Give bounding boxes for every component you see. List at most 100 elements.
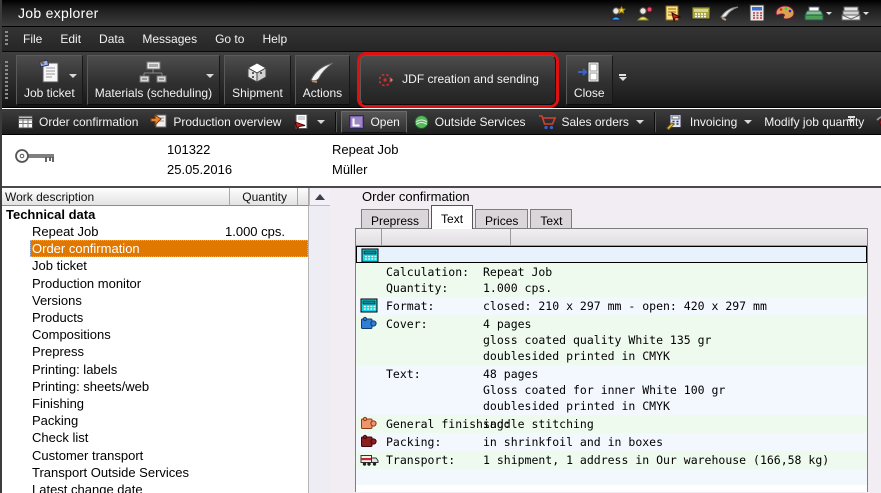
panel-splitter[interactable] <box>330 188 354 493</box>
table-row[interactable]: Format:closed: 210 x 297 mm - open: 420 … <box>356 297 867 315</box>
menu-help[interactable]: Help <box>253 28 296 50</box>
toolbar-overflow-icon[interactable] <box>619 74 627 85</box>
table-row[interactable]: General finishing:saddle stitching <box>356 415 867 433</box>
tree-item-latest-change-date[interactable]: Latest change date <box>2 481 308 493</box>
open-button[interactable]: Open <box>341 111 406 133</box>
close-button[interactable]: Close <box>566 55 613 105</box>
row-label <box>356 398 483 414</box>
outside-services-button[interactable]: Outside Services <box>407 112 532 132</box>
table-row[interactable]: Text:48 pagesGloss coated for inner Whit… <box>356 365 867 415</box>
tree-item-label: Versions <box>32 293 82 308</box>
table-row[interactable]: Calculation:Repeat JobQuantity:1.000 cps… <box>356 263 867 297</box>
table-header <box>356 229 867 246</box>
tab-text-3[interactable]: Text <box>530 209 572 229</box>
truck-icon <box>360 452 379 467</box>
production-overview-button[interactable]: Production overview <box>144 111 287 132</box>
jdf-creation-and-sending-button[interactable]: JDF creation and sending <box>360 55 556 105</box>
tree-item-order-confirmation[interactable]: Order confirmation <box>30 240 308 257</box>
column-header-empty <box>298 188 309 206</box>
tree-item-printing-labels[interactable]: Printing: labels <box>2 361 308 378</box>
button-label: Sales orders <box>562 115 629 129</box>
tree-item-job-ticket[interactable]: Job ticket <box>2 257 308 274</box>
menu-data[interactable]: Data <box>90 28 133 50</box>
notes-button[interactable] <box>663 4 682 22</box>
tree-item-label: Order confirmation <box>32 241 140 256</box>
tree-item-products[interactable]: Products <box>2 309 308 326</box>
invoicing-button[interactable]: Invoicing <box>660 111 758 132</box>
tree-item-check-list[interactable]: Check list <box>2 429 308 446</box>
window-title: Job explorer <box>18 5 99 21</box>
pdf-icon <box>293 113 310 130</box>
button-label: Invoicing <box>690 115 737 129</box>
toolbar-separator <box>335 112 337 132</box>
row-value: doublesided printed in CMYK <box>483 398 670 414</box>
button-label: Shipment <box>232 86 283 102</box>
row-label: Quantity: <box>356 280 483 296</box>
calculator-button[interactable] <box>748 4 766 22</box>
palette-icon <box>775 5 795 21</box>
notes-icon <box>663 4 682 22</box>
column-header-work-description[interactable]: Work description <box>2 188 230 206</box>
tab-prices-2[interactable]: Prices <box>475 209 528 229</box>
modify-status-button[interactable]: Modify status <box>870 111 881 132</box>
table-row-selected[interactable] <box>356 246 867 263</box>
button-label: Close <box>574 86 605 102</box>
tree-item-printing-sheets-web[interactable]: Printing: sheets/web <box>2 378 308 395</box>
order-confirmation-panel: Order confirmation PrepressTextPricesTex… <box>354 188 881 493</box>
tree-item-transport-outside-services[interactable]: Transport Outside Services <box>2 464 308 481</box>
table-row[interactable]: Transport:1 shipment, 1 address in Our w… <box>356 451 867 469</box>
toolbar-overflow-icon[interactable] <box>847 116 855 127</box>
job-ticket-button[interactable]: Job ticket <box>16 55 83 105</box>
tree-item-customer-transport[interactable]: Customer transport <box>2 446 308 463</box>
tree-item-finishing[interactable]: Finishing <box>2 395 308 412</box>
tree-item-prepress[interactable]: Prepress <box>2 343 308 360</box>
table-row[interactable]: Cover:4 pagesgloss coated quality White … <box>356 315 867 365</box>
scroll-up-button[interactable] <box>309 188 330 206</box>
invoice-icon <box>666 113 685 130</box>
order-confirmation-button[interactable]: Order confirmation <box>11 112 144 132</box>
tab-text-1[interactable]: Text <box>431 205 473 229</box>
sales-orders-button[interactable]: Sales orders <box>532 112 650 132</box>
row-value: closed: 210 x 297 mm - open: 420 x 297 m… <box>483 298 767 314</box>
tree-item-packing[interactable]: Packing <box>2 412 308 429</box>
row-label <box>356 382 483 398</box>
tree-item-versions[interactable]: Versions <box>2 292 308 309</box>
tree-item-label: Finishing <box>32 396 84 411</box>
tree-item-label: Prepress <box>32 344 84 359</box>
menu-messages[interactable]: Messages <box>133 28 206 50</box>
user-add-button[interactable] <box>609 5 627 22</box>
mail-stack-button[interactable] <box>841 5 869 21</box>
menu-edit[interactable]: Edit <box>51 28 90 50</box>
row-value: 1.000 cps. <box>483 280 552 296</box>
row-value: Gloss coated for inner White 100 gr <box>483 382 725 398</box>
menu-go-to[interactable]: Go to <box>206 28 253 50</box>
palette-button[interactable] <box>775 5 795 21</box>
vertical-scrollbar[interactable] <box>309 206 330 493</box>
brush-button[interactable] <box>720 5 739 21</box>
menu-file[interactable]: File <box>14 28 51 50</box>
tab-prepress-0[interactable]: Prepress <box>361 209 429 229</box>
print-icon <box>804 5 824 22</box>
actions-button[interactable]: Actions <box>295 55 350 105</box>
dropdown-caret-icon <box>206 74 214 82</box>
column-header-quantity[interactable]: Quantity <box>230 188 298 206</box>
materials-icon <box>138 60 168 84</box>
calc-cyan-icon <box>361 248 379 263</box>
table-row[interactable]: Packing:in shrinkfoil and in boxes <box>356 433 867 451</box>
tree-item-compositions[interactable]: Compositions <box>2 326 308 343</box>
user-star-button[interactable] <box>636 5 654 22</box>
row-value: 48 pages <box>483 366 538 382</box>
tree-item-label: Job ticket <box>32 258 87 273</box>
materials-scheduling-button[interactable]: Materials (scheduling) <box>87 55 220 105</box>
tree-item-repeat-job[interactable]: Repeat Job1.000 cps. <box>2 223 308 240</box>
shipment-button[interactable]: Shipment <box>224 55 291 105</box>
keypad-button[interactable] <box>691 4 711 22</box>
row-value: 4 pages <box>483 316 531 332</box>
tree-item-production-monitor[interactable]: Production monitor <box>2 275 308 292</box>
tree-group-technical-data[interactable]: Technical data <box>2 206 308 223</box>
tree-item-label: Products <box>32 310 83 325</box>
tree-item-quantity: 1.000 cps. <box>182 224 285 239</box>
print-button[interactable] <box>804 5 832 22</box>
pdf-export-button[interactable] <box>287 111 331 132</box>
puzzle-darkred-icon <box>360 434 377 449</box>
